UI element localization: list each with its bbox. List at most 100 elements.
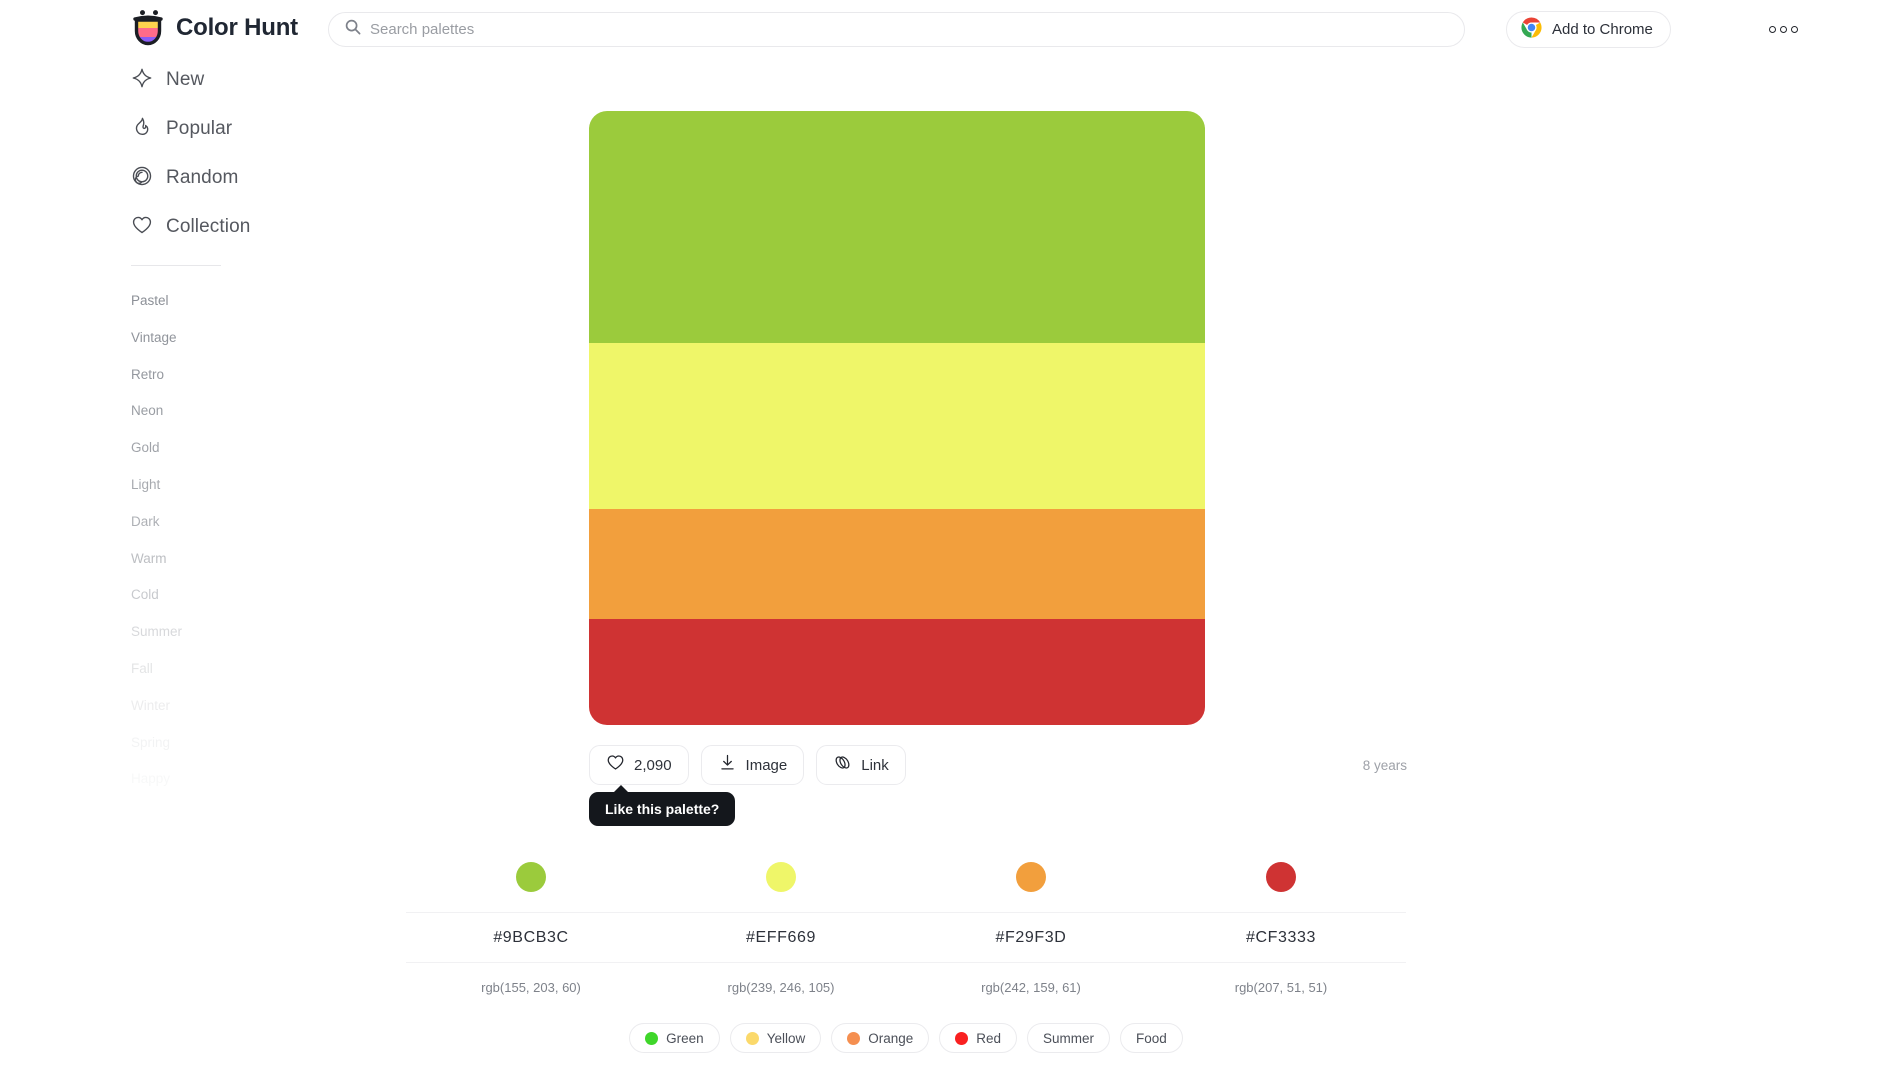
sidebar-tag-fall[interactable]: Fall <box>131 658 153 680</box>
sidebar-tag-spring[interactable]: Spring <box>131 732 170 754</box>
search-bar[interactable] <box>328 12 1465 47</box>
add-to-chrome-label: Add to Chrome <box>1552 21 1653 38</box>
sidebar-tag-gold[interactable]: Gold <box>131 437 160 459</box>
tag-pill-label: Red <box>976 1030 1002 1046</box>
like-count: 2,090 <box>634 756 672 774</box>
chrome-logo-icon <box>1521 16 1542 43</box>
heart-outline-icon <box>606 753 625 777</box>
tag-pill-orange[interactable]: Orange <box>831 1023 930 1053</box>
sidebar-tag-warm[interactable]: Warm <box>131 548 167 570</box>
sidebar-item-label: Collection <box>166 216 251 237</box>
swatch-cell: #CF3333 <box>1156 913 1406 962</box>
swatch-cell: #EFF669 <box>656 913 906 962</box>
sidebar-tag-winter[interactable]: Winter <box>131 695 170 717</box>
palette-age: 8 years <box>1362 757 1407 773</box>
tag-color-dot <box>955 1031 969 1045</box>
swatch-rgb[interactable]: rgb(207, 51, 51) <box>1235 980 1328 995</box>
tag-pill-label: Orange <box>868 1030 914 1046</box>
sidebar-tag-cold[interactable]: Cold <box>131 584 159 606</box>
colorhunt-smiley-logo-icon <box>131 9 165 46</box>
palette-actions: 2,090 Image Link 8 years <box>589 745 1411 785</box>
download-image-label: Image <box>745 756 788 774</box>
copy-link-label: Link <box>861 756 889 774</box>
brand-name: Color Hunt <box>176 13 298 41</box>
swatch-hex[interactable]: #CF3333 <box>1246 929 1316 947</box>
swatch-hex[interactable]: #EFF669 <box>746 929 816 947</box>
search-input[interactable] <box>370 21 1448 38</box>
swatch-dot[interactable] <box>1266 862 1296 892</box>
sidebar-item-label: Popular <box>166 118 233 139</box>
sidebar-item-collection[interactable]: Collection <box>131 209 361 245</box>
swatch-hex-row: #9BCB3C #EFF669 #F29F3D #CF3333 <box>406 912 1406 962</box>
swatch-cell: rgb(239, 246, 105) <box>656 963 906 1012</box>
swatch-rgb[interactable]: rgb(155, 203, 60) <box>481 980 581 995</box>
like-button[interactable]: 2,090 <box>589 745 689 785</box>
swatch-hex[interactable]: #F29F3D <box>996 929 1067 947</box>
sidebar-item-popular[interactable]: Popular <box>131 111 361 147</box>
chain-link-icon <box>833 753 852 777</box>
swatch-cell: rgb(155, 203, 60) <box>406 963 656 1012</box>
palette-band-3[interactable] <box>589 509 1205 619</box>
tag-pill-summer[interactable]: Summer <box>1027 1023 1111 1053</box>
swatch-dot[interactable] <box>1016 862 1046 892</box>
swatch-rgb[interactable]: rgb(242, 159, 61) <box>981 980 1081 995</box>
palette-tag-pills: Green Yellow Orange Red Summer Food <box>406 1022 1406 1054</box>
swatch-dot[interactable] <box>766 862 796 892</box>
sparkle-icon <box>131 67 153 94</box>
palette-band-4[interactable] <box>589 619 1205 725</box>
sidebar-item-new[interactable]: New <box>131 62 361 98</box>
tag-pill-label: Yellow <box>766 1030 806 1046</box>
swatch-hex[interactable]: #9BCB3C <box>493 929 568 947</box>
sidebar-tag-vintage[interactable]: Vintage <box>131 327 177 349</box>
tag-color-dot <box>745 1031 759 1045</box>
heart-icon <box>131 214 153 241</box>
like-tooltip: Like this palette? <box>589 785 736 826</box>
swatch-cell <box>406 842 656 912</box>
swatch-rgb-row: rgb(155, 203, 60) rgb(239, 246, 105) rgb… <box>406 962 1406 1012</box>
spiral-icon <box>131 165 153 192</box>
swatch-cell: #F29F3D <box>906 913 1156 962</box>
sidebar-item-label: New <box>166 69 205 90</box>
copy-link-button[interactable]: Link <box>816 745 906 785</box>
swatch-cell: #9BCB3C <box>406 913 656 962</box>
sidebar-divider <box>131 265 221 266</box>
tag-pill-food[interactable]: Food <box>1120 1023 1183 1053</box>
palette-card <box>589 111 1205 725</box>
sidebar-item-label: Random <box>166 167 239 188</box>
swatch-dot[interactable] <box>516 862 546 892</box>
swatch-cell <box>1156 842 1406 912</box>
sidebar-tag-neon[interactable]: Neon <box>131 400 163 422</box>
tag-pill-label: Food <box>1136 1030 1167 1046</box>
sidebar-tag-pastel[interactable]: Pastel <box>131 290 169 312</box>
tag-pill-red[interactable]: Red <box>939 1023 1018 1053</box>
swatch-dot-row <box>406 842 1406 912</box>
site-header: Color Hunt Add to Chrome <box>0 0 1894 59</box>
flame-icon <box>131 116 153 143</box>
download-image-button[interactable]: Image <box>700 745 805 785</box>
palette-band-1[interactable] <box>589 111 1205 343</box>
swatch-table: #9BCB3C #EFF669 #F29F3D #CF3333 rgb(155,… <box>406 842 1406 1012</box>
tag-pill-label: Green <box>666 1030 704 1046</box>
search-icon <box>345 19 370 40</box>
tag-pill-label: Summer <box>1043 1030 1095 1046</box>
palette-band-2[interactable] <box>589 343 1205 509</box>
sidebar-tag-happy[interactable]: Happy <box>131 768 170 790</box>
tag-color-dot <box>847 1031 861 1045</box>
sidebar-tag-light[interactable]: Light <box>131 474 160 496</box>
swatch-cell: rgb(242, 159, 61) <box>906 963 1156 1012</box>
download-icon <box>718 753 737 777</box>
sidebar-tag-summer[interactable]: Summer <box>131 621 182 643</box>
sidebar-tag-retro[interactable]: Retro <box>131 364 164 386</box>
tag-pill-yellow[interactable]: Yellow <box>729 1023 822 1053</box>
tag-pill-green[interactable]: Green <box>629 1023 720 1053</box>
sidebar: New Popular Random Collection Pastel Vin <box>0 62 420 786</box>
swatch-cell <box>906 842 1156 912</box>
sidebar-item-random[interactable]: Random <box>131 160 361 196</box>
brand-logo-link[interactable]: Color Hunt <box>131 9 298 46</box>
swatch-cell <box>656 842 906 912</box>
sidebar-tag-dark[interactable]: Dark <box>131 511 160 533</box>
three-dots-icon[interactable] <box>1769 18 1809 40</box>
add-to-chrome-button[interactable]: Add to Chrome <box>1506 11 1671 48</box>
sidebar-tag-list: Pastel Vintage Retro Neon Gold Light Dar… <box>131 290 361 805</box>
swatch-rgb[interactable]: rgb(239, 246, 105) <box>728 980 835 995</box>
